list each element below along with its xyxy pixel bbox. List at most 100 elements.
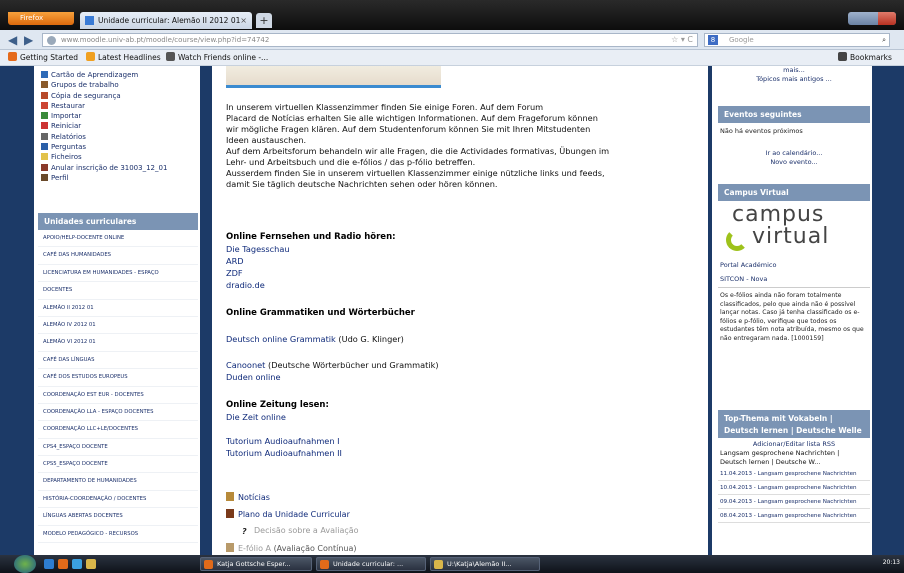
course-link[interactable]: CPS4_ESPAÇO DOCENTE [38, 439, 198, 457]
rss-feed-title[interactable]: Langsam gesprochene Nachrichten | Deutsc… [718, 449, 870, 467]
search-box[interactable]: 8 Google ⌕ [704, 33, 890, 47]
right-column: mais... Tópicos mais antigos ... Eventos… [712, 66, 872, 555]
admin-item[interactable]: Cartão de Aprendizagem [41, 70, 201, 80]
firefox-icon [320, 560, 329, 569]
module-decisao[interactable]: ? Decisão sobre a Avaliação [242, 526, 359, 536]
grammar-line-1: Deutsch online Grammatik (Udo G. Klinger… [226, 334, 404, 344]
admin-item[interactable]: Cópia de segurança [41, 91, 201, 101]
tab-active[interactable]: Unidade curricular: Alemão II 2012 01 × [80, 12, 252, 29]
left-column: Cartão de Aprendizagem Grupos de trabalh… [34, 66, 200, 555]
course-link[interactable]: CAFÉ DAS LÍNGUAS [38, 352, 198, 370]
course-link[interactable]: DOCENTES [38, 282, 198, 300]
admin-item[interactable]: Restaurar [41, 101, 201, 111]
browser-window: Firefox Unidade curricular: Alemão II 20… [0, 0, 904, 573]
firefox-icon[interactable] [58, 559, 68, 569]
task-1[interactable]: Katja Gottsche Esper... [200, 557, 312, 571]
course-link[interactable]: ALEMÃO VI 2012 01 [38, 334, 198, 352]
explorer-icon[interactable] [86, 559, 96, 569]
calendar-link[interactable]: Ir ao calendário... [718, 149, 870, 158]
new-tab-button[interactable]: + [256, 13, 272, 28]
link-ard[interactable]: ARD [226, 256, 244, 267]
link-canoonet[interactable]: Canoonet [226, 360, 265, 370]
main-content: In unserem virtuellen Klassenzimmer find… [212, 66, 708, 555]
google-engine-icon[interactable]: 8 [708, 35, 718, 45]
start-button[interactable] [14, 555, 36, 573]
admin-item[interactable]: Importar [41, 111, 201, 121]
rss-admin-link[interactable]: Adicionar/Editar lista RSS [718, 440, 870, 449]
course-link[interactable]: COORDENAÇÃO EST EUR - DOCENTES [38, 387, 198, 404]
rss-item-link[interactable]: 10.04.2013 - Langsam gesprochene Nachric… [718, 481, 870, 495]
link-deutsch-online-grammatik[interactable]: Deutsch online Grammatik [226, 334, 336, 344]
course-link[interactable]: LICENCIATURA EM HUMANIDADES - ESPAÇO [38, 265, 198, 283]
admin-item[interactable]: Anular inscrição de 31003_12_01 [41, 163, 201, 173]
window-controls[interactable] [848, 12, 896, 25]
page-icon [166, 52, 175, 61]
bookmark-getting-started[interactable]: Getting Started [8, 50, 78, 66]
admin-item[interactable]: Ficheiros [41, 152, 201, 162]
clock[interactable]: 20:13 [883, 559, 900, 566]
bookmark-latest-headlines[interactable]: Latest Headlines [86, 50, 161, 66]
ie-icon[interactable] [72, 559, 82, 569]
course-link[interactable]: ALEMÃO IV 2012 01 [38, 317, 198, 335]
module-noticias[interactable]: Notícias [226, 492, 270, 502]
course-link[interactable]: DEPARTAMENTO DE HUMANIDADES [38, 473, 198, 491]
course-link[interactable]: ALEMÃO II 2012 01 [38, 300, 198, 317]
older-topics-link[interactable]: Tópicos mais antigos ... [718, 75, 870, 84]
course-link[interactable]: MODELO PEDAGÓGICO - RECURSOS [38, 526, 198, 544]
rss-item-link[interactable]: 11.04.2013 - Langsam gesprochene Nachric… [718, 467, 870, 481]
quicklaunch-icon[interactable] [44, 559, 54, 569]
course-link[interactable]: CAFÉ DAS HUMANIDADES [38, 247, 198, 265]
course-link[interactable]: APOIO/HELP-DOCENTE ONLINE [38, 230, 198, 248]
site-identity-icon[interactable] [47, 36, 56, 45]
close-tab-icon[interactable]: × [240, 12, 247, 29]
more-link[interactable]: mais... [718, 66, 870, 75]
folder-icon [434, 560, 443, 569]
link-tutorium-2[interactable]: Tutorium Audioaufnahmen II [226, 448, 342, 459]
address-bar[interactable]: www.moodle.univ-ab.pt/moodle/course/view… [42, 33, 698, 47]
search-icon[interactable]: ⌕ [882, 34, 886, 46]
bookmark-star-icon[interactable]: ☆ ▾ C [671, 34, 693, 46]
portal-academico-link[interactable]: Portal Académico [718, 259, 870, 271]
task-2[interactable]: Unidade curricular: ... [316, 557, 426, 571]
link-dradio[interactable]: dradio.de [226, 280, 265, 291]
admin-item[interactable]: Relatórios [41, 132, 201, 142]
back-arrow-icon[interactable]: ◀ [8, 33, 17, 47]
admin-item[interactable]: Perfil [41, 173, 201, 183]
forward-arrow-icon[interactable]: ▶ [24, 33, 33, 47]
firefox-menu-button[interactable]: Firefox [8, 12, 74, 25]
link-duden[interactable]: Duden online [226, 372, 281, 383]
course-link[interactable]: COORDENAÇÃO LLA - ESPAÇO DOCENTES [38, 404, 198, 422]
rss-title: Top-Thema mit Vokabeln | Deutsch lernen … [718, 410, 870, 438]
course-link[interactable]: LÍNGUAS ABERTAS DOCENTES [38, 508, 198, 526]
link-tagesschau[interactable]: Die Tagesschau [226, 244, 290, 255]
reset-icon [41, 122, 48, 130]
administration-block: Cartão de Aprendizagem Grupos de trabalh… [41, 70, 201, 183]
admin-item[interactable]: Reiniciar [41, 121, 201, 131]
bookmark-watch-friends[interactable]: Watch Friends online -... [166, 50, 268, 66]
new-event-link[interactable]: Novo evento... [718, 158, 870, 167]
questions-icon [41, 143, 48, 151]
course-link[interactable]: CAFÉ DOS ESTUDOS EUROPEUS [38, 369, 198, 387]
course-link[interactable]: HISTÓRIA-COORDENAÇÃO / DOCENTES [38, 491, 198, 509]
events-block: Eventos seguintes Não há eventos próximo… [718, 106, 870, 167]
link-tutorium-1[interactable]: Tutorium Audioaufnahmen I [226, 436, 340, 447]
module-plano[interactable]: Plano da Unidade Curricular [226, 509, 350, 519]
admin-item[interactable]: Grupos de trabalho [41, 80, 201, 90]
grammar-line-2: Canoonet (Deutsche Wörterbücher und Gram… [226, 360, 439, 370]
close-window-button[interactable] [878, 12, 896, 25]
sitcon-link[interactable]: SITCON - Nova [718, 271, 870, 288]
task-3[interactable]: U:\Katja\Alemão II... [430, 557, 540, 571]
link-zeit[interactable]: Die Zeit online [226, 412, 286, 423]
campus-virtual-logo[interactable]: campus virtual [718, 201, 870, 259]
rss-item-link[interactable]: 09.04.2013 - Langsam gesprochene Nachric… [718, 495, 870, 509]
course-link[interactable]: COORDENAÇÃO LLC+LE/DOCENTES [38, 421, 198, 439]
link-zdf[interactable]: ZDF [226, 268, 243, 279]
module-efolio-a[interactable]: E-fólio A (Avaliação Contínua) [226, 543, 356, 553]
forum-more-block: mais... Tópicos mais antigos ... [718, 66, 870, 84]
folder-icon [41, 153, 48, 161]
course-link[interactable]: CPS5_ESPAÇO DOCENTE [38, 456, 198, 474]
bookmarks-menu[interactable]: Bookmarks [838, 50, 892, 66]
rss-item-link[interactable]: 08.04.2013 - Langsam gesprochene Nachric… [718, 509, 870, 523]
reports-icon [41, 132, 48, 140]
admin-item[interactable]: Perguntas [41, 142, 201, 152]
